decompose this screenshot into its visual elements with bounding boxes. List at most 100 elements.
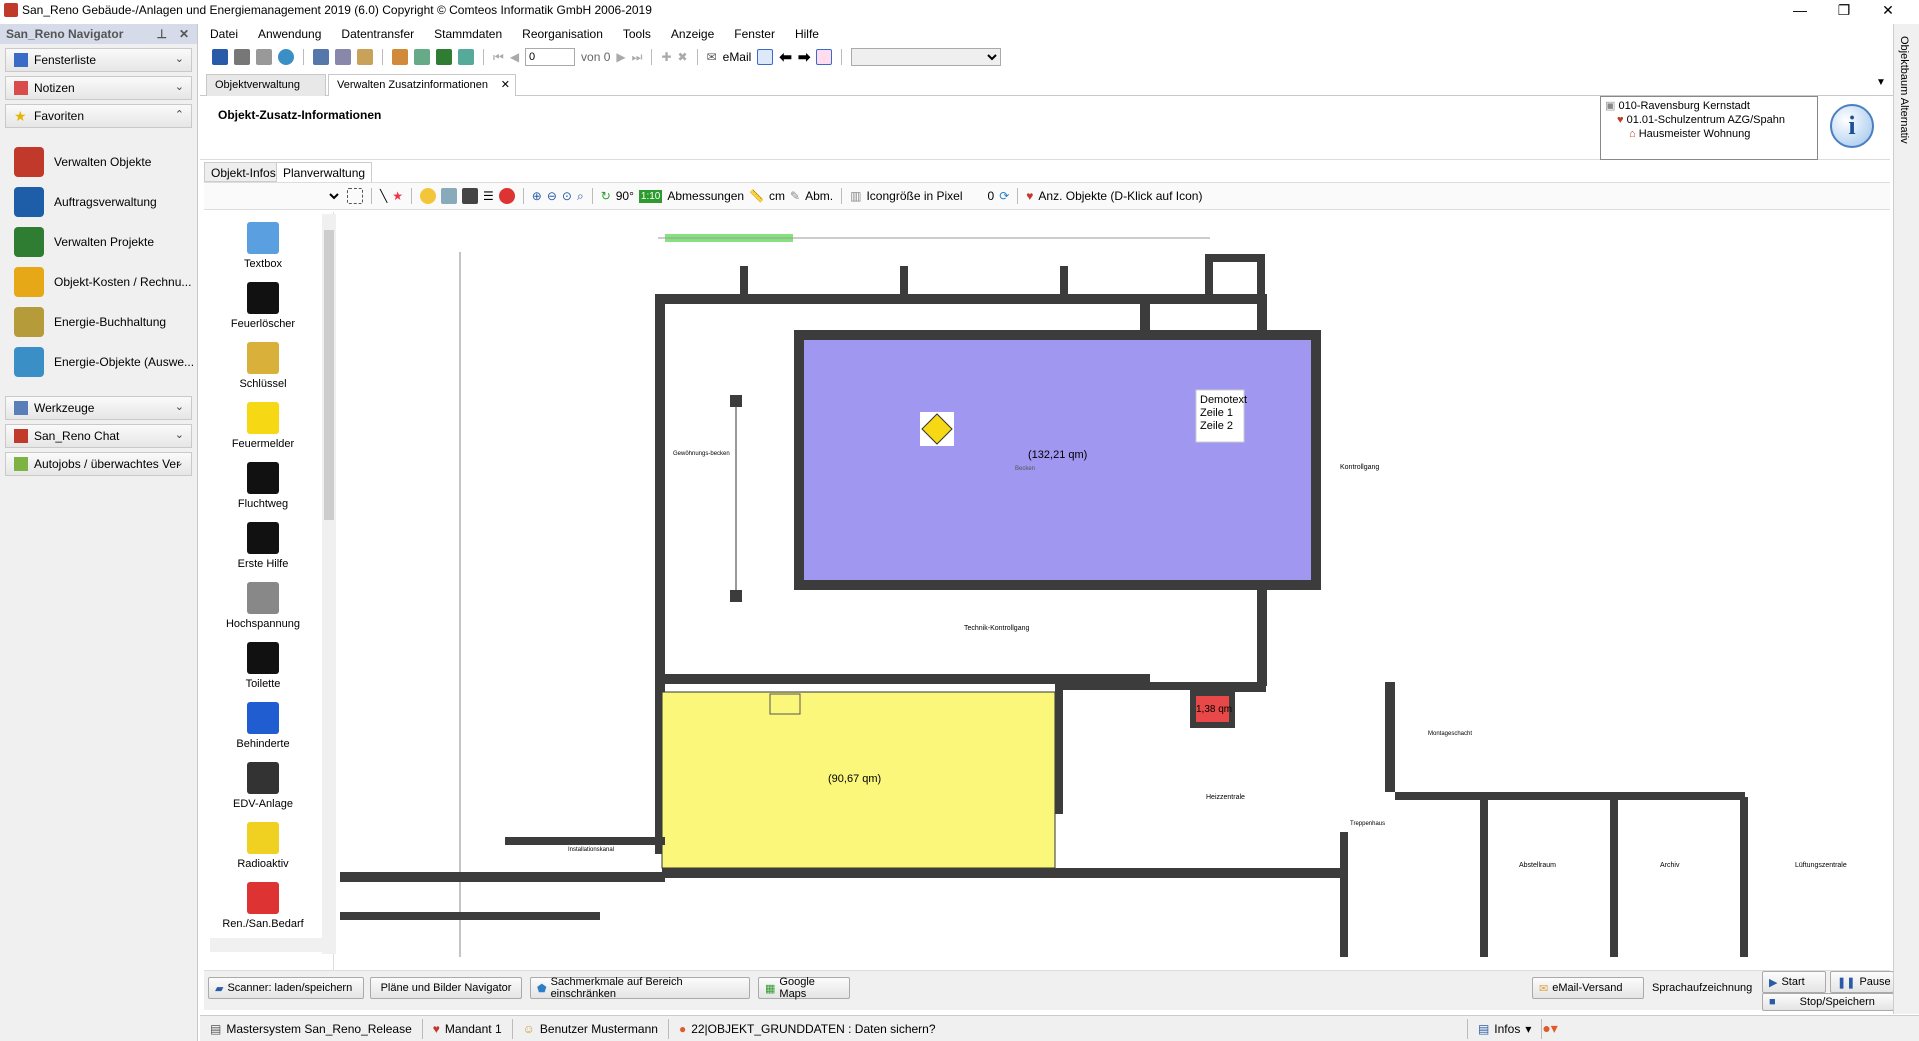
minimize-button[interactable]: —	[1778, 0, 1822, 20]
tab-verwalten-zusatzinformationen[interactable]: Verwalten Zusatzinformationen ✕	[328, 74, 516, 97]
filter-clear-icon[interactable]	[414, 49, 430, 65]
show-objects-label[interactable]: Anz. Objekte (D-Klick auf Icon)	[1038, 189, 1202, 203]
fav-verwalten-projekte[interactable]: Verwalten Projekte	[0, 222, 197, 262]
abm-label[interactable]: Abm.	[805, 189, 833, 203]
fav-energie-buchhaltung[interactable]: Energie-Buchhaltung	[0, 302, 197, 342]
last-record-icon[interactable]: ⏭	[632, 50, 643, 65]
refresh-size-icon[interactable]: ⟳	[999, 189, 1009, 203]
palette-scroll-thumb[interactable]	[324, 230, 334, 520]
nav-section-notizen[interactable]: Notizen ⌄	[5, 76, 192, 100]
print-icon[interactable]	[234, 49, 250, 65]
pin-icon[interactable]: ⊥	[157, 27, 167, 41]
cut-icon[interactable]	[313, 49, 329, 65]
sachmerkmale-button[interactable]: ⬟ Sachmerkmale auf Bereich einschränken	[530, 976, 750, 1000]
palette-item-fire-alarm[interactable]: Feuermelder	[204, 402, 322, 450]
scanner-button[interactable]: ▰ Scanner: laden/speichern	[208, 977, 364, 999]
tabs-dropdown-icon[interactable]: ▼	[1876, 77, 1886, 88]
right-side-panel[interactable]: Objektbaum Alternativ	[1893, 24, 1919, 1014]
menu-tools[interactable]: Tools	[613, 27, 661, 41]
tab-objektverwaltung[interactable]: Objektverwaltung	[206, 74, 326, 96]
dimensions-label[interactable]: Abmessungen	[667, 189, 744, 203]
tree-node-level3[interactable]: ⌂ Hausmeister Wohnung	[1605, 127, 1813, 141]
nav-section-favoriten[interactable]: ★ Favoriten ⌃	[5, 104, 192, 128]
nav-section-werkzeuge[interactable]: Werkzeuge ⌄	[5, 396, 192, 420]
fav-verwalten-objekte[interactable]: Verwalten Objekte	[0, 142, 197, 182]
icon-size-value[interactable]: 0	[988, 189, 995, 203]
toolbar-combo[interactable]	[851, 48, 1002, 66]
pause-button[interactable]: ❚❚ Pause	[1830, 971, 1894, 993]
arrow-icon[interactable]	[436, 49, 452, 65]
menu-anwendung[interactable]: Anwendung	[248, 27, 331, 41]
tree-node-level2[interactable]: ♥ 01.01-Schulzentrum AZG/Spahn	[1605, 113, 1813, 127]
zoom-fit-icon[interactable]: ⊙	[562, 189, 572, 203]
print-preview-icon[interactable]	[256, 49, 272, 65]
nav-section-autojobs[interactable]: Autojobs / überwachtes Ver ⌄	[5, 452, 192, 476]
select-rect-icon[interactable]	[347, 188, 363, 204]
palette-item-fire-extinguisher[interactable]: Feuerlöscher	[204, 282, 322, 330]
objektbaum-tab[interactable]: Objektbaum Alternativ	[1898, 36, 1910, 144]
menu-stammdaten[interactable]: Stammdaten	[424, 27, 512, 41]
menu-fenster[interactable]: Fenster	[724, 27, 785, 41]
zoom-in-icon[interactable]: ⊕	[532, 189, 542, 203]
menu-hilfe[interactable]: Hilfe	[785, 27, 829, 41]
email-versand-button[interactable]: ✉ eMail-Versand	[1532, 977, 1644, 999]
palette-item-escape-route[interactable]: Fluchtweg	[204, 462, 322, 510]
fav-energie-objekte[interactable]: Energie-Objekte (Auswe...	[0, 342, 197, 382]
rotate-icon[interactable]: ↻	[601, 189, 611, 203]
shapes-icon[interactable]	[441, 188, 457, 204]
navigator-close-icon[interactable]: ✕	[179, 27, 189, 41]
refresh-icon[interactable]	[458, 49, 474, 65]
paste-icon[interactable]	[357, 49, 373, 65]
palette-item-first-aid[interactable]: Erste Hilfe	[204, 522, 322, 570]
plaene-navigator-button[interactable]: Pläne und Bilder Navigator	[370, 977, 522, 999]
palette-item-computer[interactable]: EDV-Anlage	[204, 762, 322, 810]
palette-item-warning-triangle[interactable]: Ren./San.Bedarf	[204, 882, 322, 930]
rotate-label[interactable]: 90°	[616, 189, 634, 203]
fav-auftragsverwaltung[interactable]: Auftragsverwaltung	[0, 182, 197, 222]
email-button[interactable]: eMail	[723, 50, 752, 64]
web-icon[interactable]	[278, 49, 294, 65]
first-record-icon[interactable]: ⏮	[493, 50, 504, 65]
stop-button[interactable]: ■ Stop/Speichern	[1762, 993, 1894, 1011]
delete-record-icon[interactable]: ✖	[678, 50, 688, 64]
palette-hscrollbar[interactable]	[210, 938, 326, 952]
smiley-icon[interactable]	[420, 188, 436, 204]
tab-planverwaltung[interactable]: Planverwaltung	[276, 162, 373, 182]
nav-section-chat[interactable]: San_Reno Chat ⌄	[5, 424, 192, 448]
add-record-icon[interactable]: ✚	[661, 50, 671, 64]
next-record-icon[interactable]: ▶	[616, 50, 625, 64]
infos-button[interactable]: ▤ Infos ▾	[1466, 1018, 1543, 1039]
tab-objekt-infos[interactable]: Objekt-Infos	[204, 162, 283, 182]
scale-button[interactable]: 1:10	[638, 189, 663, 203]
close-window-button[interactable]: ✕	[1866, 0, 1910, 20]
line-style-icon[interactable]: ☰	[483, 189, 494, 203]
palette-item-textbox[interactable]: Textbox	[204, 222, 322, 270]
floor-plan-svg[interactable]: (132,21 qm) Becken Demotext Zeile 1 Zeil…	[340, 212, 1890, 957]
nav-section-fensterliste[interactable]: Fensterliste ⌄	[5, 48, 192, 72]
floor-plan-canvas[interactable]: (132,21 qm) Becken Demotext Zeile 1 Zeil…	[340, 212, 1890, 957]
fav-objekt-kosten[interactable]: Objekt-Kosten / Rechnu...	[0, 262, 197, 302]
record-input[interactable]	[525, 48, 576, 66]
ruler-icon[interactable]: 📏	[749, 189, 764, 203]
google-maps-button[interactable]: ▦ Google Maps	[758, 976, 850, 1000]
tree-node-level1[interactable]: ▣ 010-Ravensburg Kernstadt	[1605, 99, 1813, 113]
copy-icon[interactable]	[335, 49, 351, 65]
filter-icon[interactable]	[392, 49, 408, 65]
tab-close-icon[interactable]: ✕	[501, 78, 510, 91]
star-tool-icon[interactable]: ★	[392, 189, 403, 203]
email-icon[interactable]: ✉	[707, 50, 717, 64]
menu-datentransfer[interactable]: Datentransfer	[331, 27, 424, 41]
menu-anzeige[interactable]: Anzeige	[661, 27, 724, 41]
menu-datei[interactable]: Datei	[200, 27, 248, 41]
palette-item-key[interactable]: Schlüssel	[204, 342, 322, 390]
menu-reorganisation[interactable]: Reorganisation	[512, 27, 613, 41]
delete-icon[interactable]	[498, 188, 515, 204]
abm-icon[interactable]: ✎	[790, 189, 800, 203]
home-icon[interactable]	[816, 49, 833, 65]
plan-select[interactable]	[212, 187, 342, 205]
line-tool-icon[interactable]: ╲	[380, 189, 387, 203]
palette-item-high-voltage[interactable]: Hochspannung	[204, 582, 322, 630]
fill-color-icon[interactable]	[462, 188, 478, 204]
unit-label[interactable]: cm	[769, 189, 785, 203]
status-logo-icon[interactable]: ●▾	[1542, 1020, 1557, 1037]
